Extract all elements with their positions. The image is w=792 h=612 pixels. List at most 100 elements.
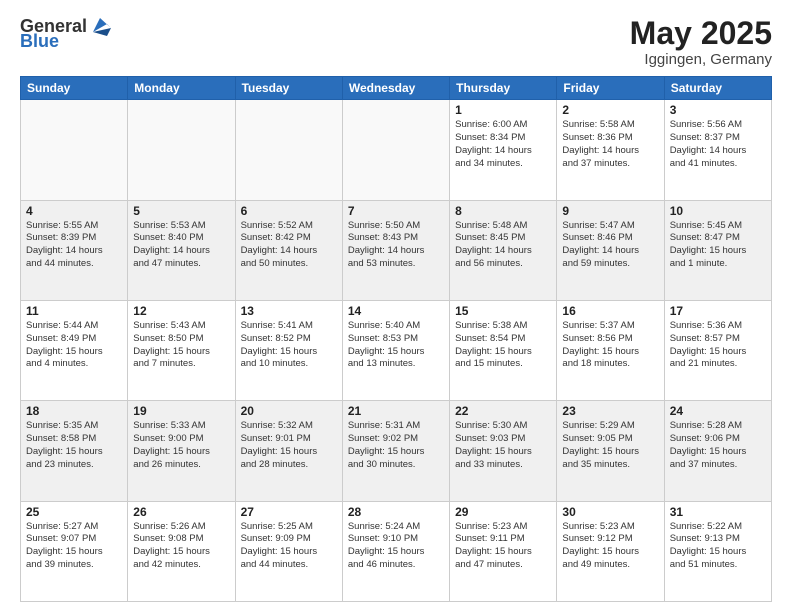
day-number: 27 — [241, 505, 337, 519]
day-detail: Sunrise: 5:24 AMSunset: 9:10 PMDaylight:… — [348, 521, 444, 572]
table-row: 10 Sunrise: 5:45 AMSunset: 8:47 PMDayligh… — [664, 200, 771, 300]
day-number: 25 — [26, 505, 122, 519]
day-number: 5 — [133, 204, 229, 218]
day-detail: Sunrise: 5:44 AMSunset: 8:49 PMDaylight:… — [26, 320, 122, 371]
day-detail: Sunrise: 5:41 AMSunset: 8:52 PMDaylight:… — [241, 320, 337, 371]
day-detail: Sunrise: 5:22 AMSunset: 9:13 PMDaylight:… — [670, 521, 766, 572]
day-number: 10 — [670, 204, 766, 218]
day-detail: Sunrise: 5:37 AMSunset: 8:56 PMDaylight:… — [562, 320, 658, 371]
table-row: 13Sunrise: 5:41 AMSunset: 8:52 PMDayligh… — [235, 300, 342, 400]
day-number: 23 — [562, 404, 658, 418]
day-number: 20 — [241, 404, 337, 418]
table-row: 3 Sunrise: 5:56 AMSunset: 8:37 PMDaylight… — [664, 100, 771, 200]
day-number: 15 — [455, 304, 551, 318]
table-row: 22 Sunrise: 5:30 AMSunset: 9:03 PMDayligh… — [450, 401, 557, 501]
logo: General Blue — [20, 16, 111, 52]
day-detail: Sunrise: 5:36 AMSunset: 8:57 PMDaylight:… — [670, 320, 766, 371]
day-number: 1 — [455, 103, 551, 117]
table-row: 15 Sunrise: 5:38 AMSunset: 8:54 PMDayligh… — [450, 300, 557, 400]
calendar-table: Sunday Monday Tuesday Wednesday Thursday… — [20, 76, 772, 602]
col-monday: Monday — [128, 77, 235, 100]
day-number: 3 — [670, 103, 766, 117]
day-detail: Sunrise: 5:31 AMSunset: 9:02 PMDaylight:… — [348, 420, 444, 471]
day-number: 31 — [670, 505, 766, 519]
col-wednesday: Wednesday — [342, 77, 449, 100]
table-row: 9 Sunrise: 5:47 AMSunset: 8:46 PMDaylight… — [557, 200, 664, 300]
day-number: 8 — [455, 204, 551, 218]
day-number: 9 — [562, 204, 658, 218]
day-number: 29 — [455, 505, 551, 519]
title-location: Iggingen, Germany — [630, 51, 772, 68]
day-detail: Sunrise: 5:40 AMSunset: 8:53 PMDaylight:… — [348, 320, 444, 371]
day-detail: Sunrise: 5:33 AMSunset: 9:00 PMDaylight:… — [133, 420, 229, 471]
table-row: 27 Sunrise: 5:25 AMSunset: 9:09 PMDayligh… — [235, 501, 342, 601]
day-number: 22 — [455, 404, 551, 418]
day-number: 12 — [133, 304, 229, 318]
table-row: 14 Sunrise: 5:40 AMSunset: 8:53 PMDayligh… — [342, 300, 449, 400]
table-row: 6Sunrise: 5:52 AMSunset: 8:42 PMDaylight… — [235, 200, 342, 300]
day-detail: Sunrise: 5:55 AMSunset: 8:39 PMDaylight:… — [26, 220, 122, 271]
day-number: 6 — [241, 204, 337, 218]
day-number: 19 — [133, 404, 229, 418]
table-row: 11 Sunrise: 5:44 AMSunset: 8:49 PMDayligh… — [21, 300, 128, 400]
day-detail: Sunrise: 5:45 AMSunset: 8:47 PMDaylight:… — [670, 220, 766, 271]
col-saturday: Saturday — [664, 77, 771, 100]
day-number: 18 — [26, 404, 122, 418]
day-number: 26 — [133, 505, 229, 519]
table-row: 26 Sunrise: 5:26 AMSunset: 9:08 PMDayligh… — [128, 501, 235, 601]
day-number: 30 — [562, 505, 658, 519]
title-month: May 2025 — [630, 16, 772, 51]
table-row: 8Sunrise: 5:48 AMSunset: 8:45 PMDaylight… — [450, 200, 557, 300]
day-number: 24 — [670, 404, 766, 418]
day-detail: Sunrise: 5:28 AMSunset: 9:06 PMDaylight:… — [670, 420, 766, 471]
day-detail: Sunrise: 5:47 AMSunset: 8:46 PMDaylight:… — [562, 220, 658, 271]
day-number: 28 — [348, 505, 444, 519]
day-detail: Sunrise: 5:30 AMSunset: 9:03 PMDaylight:… — [455, 420, 551, 471]
col-friday: Friday — [557, 77, 664, 100]
calendar-week-2: 11 Sunrise: 5:44 AMSunset: 8:49 PMDayligh… — [21, 300, 772, 400]
page: General Blue May 2025 Iggingen, Germany … — [0, 0, 792, 612]
day-detail: Sunrise: 5:56 AMSunset: 8:37 PMDaylight:… — [670, 119, 766, 170]
day-number: 14 — [348, 304, 444, 318]
day-detail: Sunrise: 5:35 AMSunset: 8:58 PMDaylight:… — [26, 420, 122, 471]
table-row: 31 Sunrise: 5:22 AMSunset: 9:13 PMDayligh… — [664, 501, 771, 601]
table-row: 29 Sunrise: 5:23 AMSunset: 9:11 PMDayligh… — [450, 501, 557, 601]
logo-icon — [89, 14, 111, 36]
table-row: 24 Sunrise: 5:28 AMSunset: 9:06 PMDayligh… — [664, 401, 771, 501]
day-detail: Sunrise: 5:23 AMSunset: 9:11 PMDaylight:… — [455, 521, 551, 572]
table-row: 1 Sunrise: 6:00 AMSunset: 8:34 PMDaylight… — [450, 100, 557, 200]
calendar-week-0: 1 Sunrise: 6:00 AMSunset: 8:34 PMDaylight… — [21, 100, 772, 200]
day-detail: Sunrise: 5:26 AMSunset: 9:08 PMDaylight:… — [133, 521, 229, 572]
day-detail: Sunrise: 5:25 AMSunset: 9:09 PMDaylight:… — [241, 521, 337, 572]
day-number: 21 — [348, 404, 444, 418]
calendar-week-4: 25 Sunrise: 5:27 AMSunset: 9:07 PMDayligh… — [21, 501, 772, 601]
table-row: 20 Sunrise: 5:32 AMSunset: 9:01 PMDayligh… — [235, 401, 342, 501]
calendar-header-row: Sunday Monday Tuesday Wednesday Thursday… — [21, 77, 772, 100]
table-row: 5 Sunrise: 5:53 AMSunset: 8:40 PMDaylight… — [128, 200, 235, 300]
day-detail: Sunrise: 5:29 AMSunset: 9:05 PMDaylight:… — [562, 420, 658, 471]
day-detail: Sunrise: 5:58 AMSunset: 8:36 PMDaylight:… — [562, 119, 658, 170]
table-row: 23 Sunrise: 5:29 AMSunset: 9:05 PMDayligh… — [557, 401, 664, 501]
col-tuesday: Tuesday — [235, 77, 342, 100]
table-row: 30Sunrise: 5:23 AMSunset: 9:12 PMDayligh… — [557, 501, 664, 601]
day-detail: Sunrise: 5:43 AMSunset: 8:50 PMDaylight:… — [133, 320, 229, 371]
table-row: 25 Sunrise: 5:27 AMSunset: 9:07 PMDayligh… — [21, 501, 128, 601]
table-row: 19 Sunrise: 5:33 AMSunset: 9:00 PMDayligh… — [128, 401, 235, 501]
table-row — [342, 100, 449, 200]
table-row: 2Sunrise: 5:58 AMSunset: 8:36 PMDaylight… — [557, 100, 664, 200]
day-detail: Sunrise: 5:38 AMSunset: 8:54 PMDaylight:… — [455, 320, 551, 371]
table-row: 12 Sunrise: 5:43 AMSunset: 8:50 PMDayligh… — [128, 300, 235, 400]
table-row: 18 Sunrise: 5:35 AMSunset: 8:58 PMDayligh… — [21, 401, 128, 501]
day-detail: Sunrise: 5:32 AMSunset: 9:01 PMDaylight:… — [241, 420, 337, 471]
day-number: 16 — [562, 304, 658, 318]
day-detail: Sunrise: 5:53 AMSunset: 8:40 PMDaylight:… — [133, 220, 229, 271]
day-number: 17 — [670, 304, 766, 318]
header: General Blue May 2025 Iggingen, Germany — [20, 16, 772, 68]
day-number: 11 — [26, 304, 122, 318]
day-detail: Sunrise: 5:27 AMSunset: 9:07 PMDaylight:… — [26, 521, 122, 572]
table-row: 4Sunrise: 5:55 AMSunset: 8:39 PMDaylight… — [21, 200, 128, 300]
table-row: 17 Sunrise: 5:36 AMSunset: 8:57 PMDayligh… — [664, 300, 771, 400]
day-detail: Sunrise: 6:00 AMSunset: 8:34 PMDaylight:… — [455, 119, 551, 170]
logo-blue: Blue — [20, 31, 59, 52]
table-row: 21 Sunrise: 5:31 AMSunset: 9:02 PMDayligh… — [342, 401, 449, 501]
